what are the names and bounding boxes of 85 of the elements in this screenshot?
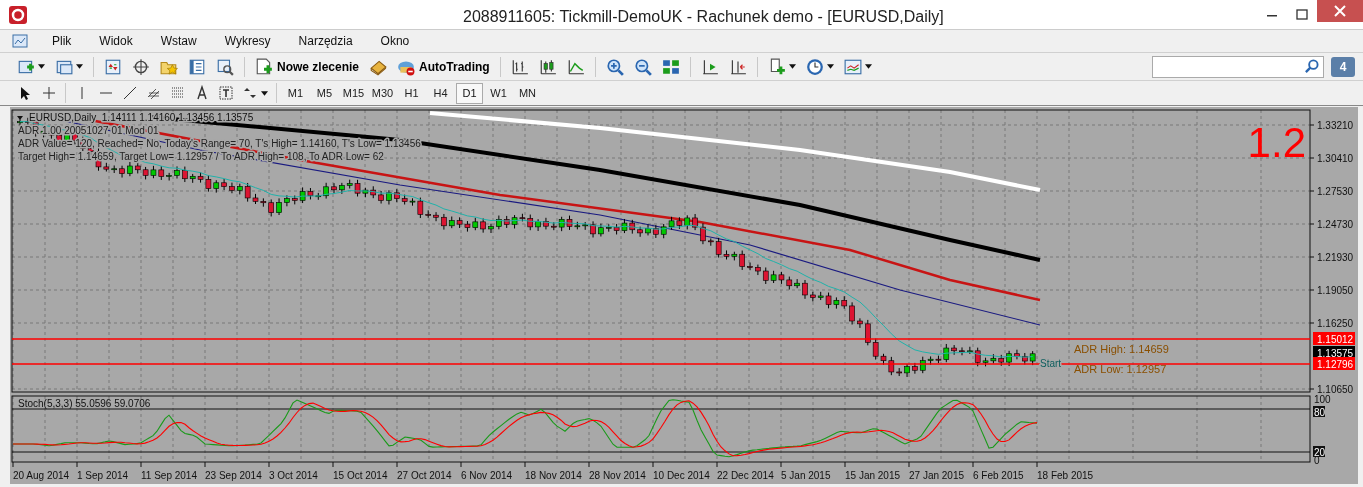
zoom-out-icon[interactable] [633, 57, 652, 76]
clock-icon[interactable] [805, 57, 824, 76]
bar-chart-icon[interactable] [510, 57, 529, 76]
level-label: 100 [1314, 394, 1331, 405]
notification-badge[interactable]: 4 [1331, 56, 1355, 77]
menu-item[interactable]: Narzędzia [294, 32, 357, 50]
date-label: 27 Oct 2014 [397, 470, 452, 481]
date-label: 11 Sep 2014 [141, 470, 197, 481]
new-order-icon[interactable] [255, 57, 273, 76]
app-logo-icon [8, 4, 28, 25]
menu-item[interactable]: Wykresy [220, 32, 275, 50]
timeframe-tab[interactable]: M30 [369, 82, 396, 104]
adr-level-label: ADR Low: 1.12957 [1074, 363, 1167, 375]
close-icon[interactable] [1317, 0, 1363, 22]
timeframe-tab[interactable]: W1 [485, 82, 512, 104]
date-label: 20 Aug 2014 [13, 470, 70, 481]
level-label: 80 [1314, 407, 1326, 418]
template-icon[interactable] [843, 57, 862, 76]
text-tool-icon[interactable] [194, 85, 210, 101]
date-label: 15 Oct 2014 [333, 470, 388, 481]
text-label-icon[interactable] [218, 85, 234, 101]
menu-item[interactable]: Okno [376, 32, 414, 50]
dropdown-caret-icon[interactable] [864, 64, 872, 69]
price-tag: 1.12796 [1313, 357, 1355, 370]
price-tick-label: 1.24730 [1317, 219, 1354, 230]
trendline-icon[interactable] [122, 85, 138, 101]
market-watch-icon[interactable] [104, 57, 122, 76]
dropdown-caret-icon[interactable] [261, 90, 268, 96]
date-label: 15 Jan 2015 [845, 470, 901, 481]
timeframe-tab[interactable]: M15 [340, 82, 367, 104]
window-title: 2088911605: Tickmill-DemoUK - Rachunek demo - [EURUSD,Daily] [463, 7, 944, 27]
tile-windows-icon[interactable] [661, 57, 680, 76]
date-label: 6 Nov 2014 [461, 470, 513, 481]
dropdown-caret-icon[interactable] [76, 64, 83, 69]
indicator-title: Stoch(5,3,3) 55.0596 59.0706 [18, 398, 151, 409]
chart-shift-icon[interactable] [700, 57, 719, 76]
dropdown-caret-icon[interactable] [826, 64, 834, 69]
price-tag: 1.15012 [1313, 332, 1355, 345]
new-order-button[interactable]: Nowe zlecenie [252, 55, 363, 78]
fibonacci-icon[interactable] [170, 85, 186, 101]
search-field[interactable] [1152, 55, 1324, 78]
timeframe-tab[interactable]: H1 [398, 82, 425, 104]
candle-chart-icon[interactable] [538, 57, 557, 76]
timeframe-tab[interactable]: MN [514, 82, 541, 104]
price-tick-label: 1.27530 [1317, 186, 1354, 197]
autoscroll-icon[interactable] [728, 57, 747, 76]
date-label: 27 Jan 2015 [909, 470, 965, 481]
line-chart-icon[interactable] [566, 57, 585, 76]
date-label: 23 Sep 2014 [205, 470, 262, 481]
date-label: 18 Feb 2015 [1037, 470, 1094, 481]
price-tick-label: 1.33210 [1317, 120, 1354, 131]
timeframe-tab[interactable]: M5 [311, 82, 338, 104]
crosshair-icon[interactable] [132, 57, 150, 76]
menu-item[interactable]: Wstaw [156, 32, 201, 50]
chart-window-icon[interactable] [12, 33, 28, 49]
menu-item[interactable]: Widok [95, 32, 137, 50]
date-label: 5 Jan 2015 [781, 470, 831, 481]
menu-item[interactable]: Plik [48, 32, 76, 50]
dropdown-caret-icon[interactable] [788, 64, 796, 69]
date-label: 10 Dec 2014 [653, 470, 710, 481]
date-label: 22 Dec 2014 [717, 470, 774, 481]
search-icon[interactable] [1304, 59, 1319, 74]
date-label: 1 Sep 2014 [77, 470, 129, 481]
price-tick-label: 1.19050 [1317, 285, 1354, 296]
crosshair-lines-icon[interactable] [41, 85, 57, 101]
collapse-caret-icon[interactable] [17, 116, 23, 120]
arrows-icon[interactable] [242, 85, 258, 101]
date-label: 18 Nov 2014 [525, 470, 582, 481]
price-tick-label: 1.16250 [1317, 318, 1354, 329]
autotrading-button[interactable]: AutoTrading [394, 55, 493, 78]
timeframe-tab[interactable]: D1 [456, 82, 483, 104]
price-tick-label: 1.30410 [1317, 153, 1354, 164]
zoom-in-icon[interactable] [605, 57, 624, 76]
price-tick-label: 1.10650 [1317, 384, 1354, 395]
date-label: 6 Feb 2015 [973, 470, 1024, 481]
timeframe-tab[interactable]: H4 [427, 82, 454, 104]
timeframe-tab[interactable]: M1 [282, 82, 309, 104]
dropdown-caret-icon[interactable] [38, 64, 45, 69]
date-label: 28 Nov 2014 [589, 470, 646, 481]
tester-icon[interactable] [216, 57, 234, 76]
price-tick-label: 1.21930 [1317, 252, 1354, 263]
date-label: 3 Oct 2014 [269, 470, 318, 481]
terminal-icon[interactable] [188, 57, 206, 76]
adr-level-label: ADR High: 1.14659 [1074, 343, 1169, 355]
chart-label: 1.2 [1247, 119, 1306, 166]
